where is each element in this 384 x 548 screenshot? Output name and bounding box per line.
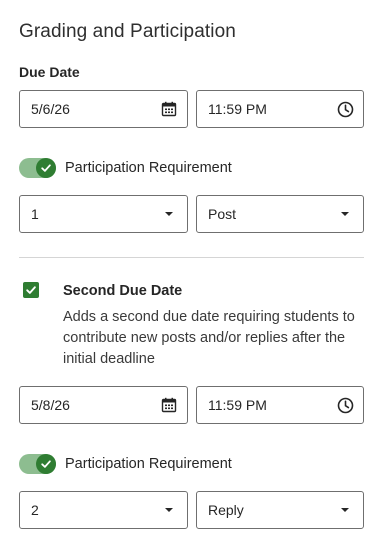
participation-toggle-label-2: Participation Requirement bbox=[65, 456, 232, 472]
type-value-1: Post bbox=[208, 206, 237, 222]
second-due-date-input[interactable]: 5/8/26 bbox=[19, 386, 188, 424]
participation-toggle-label-1: Participation Requirement bbox=[65, 160, 232, 176]
calendar-icon[interactable] bbox=[160, 396, 178, 414]
second-due-date-description: Adds a second due date requiring student… bbox=[63, 309, 355, 367]
type-value-2: Reply bbox=[208, 502, 244, 518]
participation-type-select-2[interactable]: Reply bbox=[196, 491, 364, 529]
second-due-date-title: Second Due Date bbox=[63, 283, 183, 299]
check-icon bbox=[36, 158, 56, 178]
participation-toggle-row-2: Participation Requirement bbox=[19, 454, 232, 474]
participation-toggle-2[interactable] bbox=[19, 454, 56, 474]
second-due-time-input[interactable]: 11:59 PM bbox=[196, 386, 364, 424]
chevron-down-icon bbox=[165, 212, 173, 216]
due-time-input[interactable]: 11:59 PM bbox=[196, 90, 364, 128]
clock-icon[interactable] bbox=[336, 100, 354, 118]
due-date-label: Due Date bbox=[19, 64, 80, 80]
due-date-value: 5/6/26 bbox=[31, 101, 70, 117]
due-time-value: 11:59 PM bbox=[208, 101, 267, 117]
count-value-1: 1 bbox=[31, 206, 39, 222]
participation-count-select-1[interactable]: 1 bbox=[19, 195, 188, 233]
calendar-icon[interactable] bbox=[160, 100, 178, 118]
divider bbox=[19, 257, 364, 258]
participation-toggle-row-1: Participation Requirement bbox=[19, 158, 232, 178]
second-due-date-value: 5/8/26 bbox=[31, 397, 70, 413]
chevron-down-icon bbox=[341, 508, 349, 512]
participation-toggle-1[interactable] bbox=[19, 158, 56, 178]
chevron-down-icon bbox=[165, 508, 173, 512]
participation-count-select-2[interactable]: 2 bbox=[19, 491, 188, 529]
clock-icon[interactable] bbox=[336, 396, 354, 414]
check-icon bbox=[36, 454, 56, 474]
participation-type-select-1[interactable]: Post bbox=[196, 195, 364, 233]
due-date-input[interactable]: 5/6/26 bbox=[19, 90, 188, 128]
section-title: Grading and Participation bbox=[19, 21, 236, 42]
check-icon bbox=[26, 286, 36, 294]
chevron-down-icon bbox=[341, 212, 349, 216]
second-due-date-checkbox[interactable] bbox=[23, 282, 39, 298]
count-value-2: 2 bbox=[31, 502, 39, 518]
second-due-time-value: 11:59 PM bbox=[208, 397, 267, 413]
